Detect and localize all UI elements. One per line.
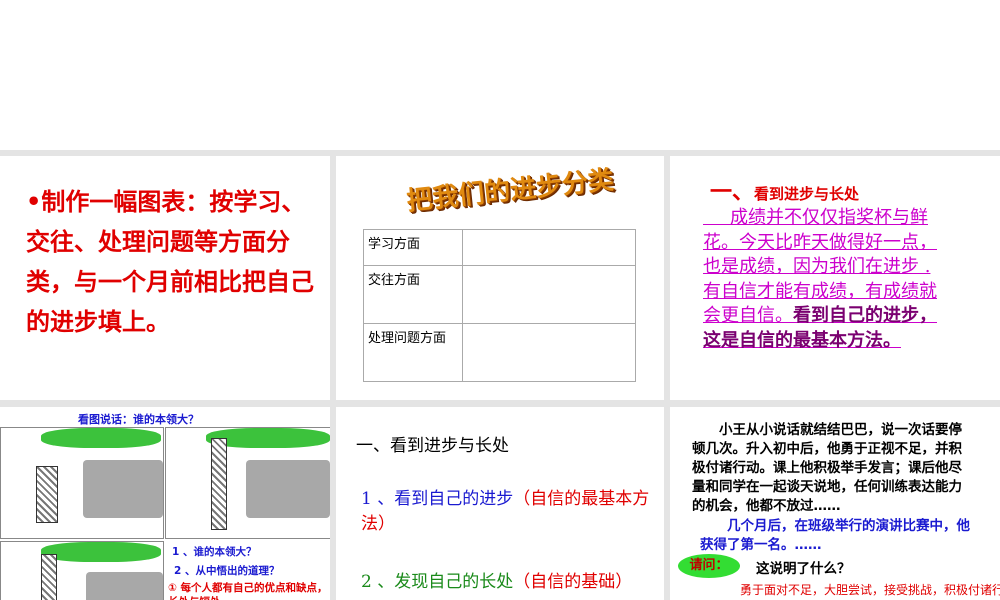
row-label: 处理问题方面 bbox=[363, 323, 463, 382]
empty-cell bbox=[462, 265, 636, 324]
item-1-text: 1 、看到自己的进步 bbox=[361, 489, 514, 509]
item-2: 2 、发现自己的长处（自信的基础） bbox=[361, 570, 661, 595]
empty-cell bbox=[462, 229, 636, 266]
giraffe-picture-1 bbox=[0, 427, 164, 539]
story-text: 小王从小说话就结结巴巴，说一次话要停顿几次。升入初中后，他勇于正视不足，并积极付… bbox=[692, 421, 972, 516]
heading-prefix: 一、 bbox=[710, 180, 755, 205]
empty-cell bbox=[462, 323, 636, 382]
giraffe-picture-2 bbox=[165, 427, 330, 539]
slide-thumbnail-5[interactable]: 一、看到进步与长处 1 、看到自己的进步（自信的最基本方法） 2 、发现自己的长… bbox=[336, 407, 664, 600]
wordart-title: 把我们的进步分类 bbox=[405, 165, 616, 217]
slide-bullet-text: •制作一幅图表：按学习、交往、处理问题等方面分类，与一个月前相比把自己的进步填上… bbox=[26, 187, 314, 336]
slide-thumbnail-2[interactable]: 把我们的进步分类 学习方面 交往方面 处理问题方面 bbox=[336, 156, 664, 400]
row-label: 交往方面 bbox=[363, 265, 463, 324]
result-body: 几个月后，在班级举行的演讲比赛中，他获得了第一名。…… bbox=[700, 518, 970, 553]
slide-thumbnail-6[interactable]: 小王从小说话就结结巴巴，说一次话要停顿几次。升入初中后，他勇于正视不足，并积极付… bbox=[670, 407, 1000, 600]
question-1: 1 、谁的本领大？ bbox=[172, 546, 257, 558]
slide-heading: 一、看到进步与长处 bbox=[710, 174, 859, 206]
row-label: 学习方面 bbox=[363, 229, 463, 266]
item-1: 1 、看到自己的进步（自信的最基本方法） bbox=[361, 487, 661, 537]
question-2: 2 、从中悟出的道理？ bbox=[174, 565, 280, 577]
item-2-note: （自信的基础） bbox=[513, 572, 633, 592]
slide-caption: 看图说话：谁的本领大？ bbox=[78, 413, 199, 426]
cloud-callout: 请问： bbox=[678, 554, 740, 578]
question-text: 这说明了什么？ bbox=[756, 561, 851, 577]
slide-thumbnail-1[interactable]: •制作一幅图表：按学习、交往、处理问题等方面分类，与一个月前相比把自己的进步填上… bbox=[0, 156, 330, 400]
slide-sorter-grid: •制作一幅图表：按学习、交往、处理问题等方面分类，与一个月前相比把自己的进步填上… bbox=[0, 150, 1000, 600]
story-body: 小王从小说话就结结巴巴，说一次话要停顿几次。升入初中后，他勇于正视不足，并积极付… bbox=[692, 422, 962, 514]
item-2-text: 2 、发现自己的长处 bbox=[361, 572, 514, 592]
progress-table: 学习方面 交往方面 处理问题方面 bbox=[363, 229, 636, 382]
slide-heading: 一、看到进步与长处 bbox=[356, 436, 509, 456]
giraffe-picture-3 bbox=[0, 541, 164, 600]
slide-thumbnail-3[interactable]: 一、看到进步与长处 成绩并不仅仅指奖杯与鲜花。今天比昨天做得好一点，也是成绩，因… bbox=[670, 156, 1000, 400]
top-blank-area bbox=[0, 0, 1000, 150]
slide-body: 成绩并不仅仅指奖杯与鲜花。今天比昨天做得好一点，也是成绩，因为我们在进步 . 有… bbox=[703, 206, 953, 353]
heading-text: 看到进步与长处 bbox=[754, 185, 860, 203]
answer-text: 勇于面对不足，大胆尝试，接受挑战，积极付诸行动 bbox=[740, 583, 1000, 597]
result-text: 几个月后，在班级举行的演讲比赛中，他获得了第一名。…… bbox=[700, 517, 980, 555]
answer-text: ① 每个人都有自己的优点和缺点，长处与短处。 bbox=[168, 582, 328, 600]
slide-thumbnail-4[interactable]: 看图说话：谁的本领大？ 1 、谁的本领大？ 2 、从中悟出的道理？ ① 每个人都… bbox=[0, 407, 330, 600]
